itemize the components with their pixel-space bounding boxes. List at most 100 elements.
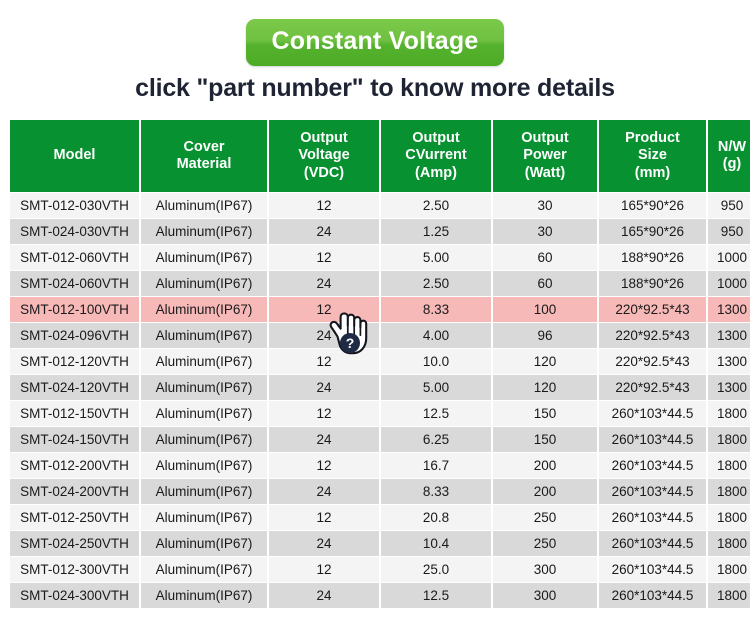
- net-weight-cell: 1300: [708, 375, 750, 400]
- cover-material-cell: Aluminum(IP67): [141, 401, 267, 426]
- output-current-cell: 16.7: [381, 453, 491, 478]
- output-voltage-cell: 24: [269, 271, 379, 296]
- net-weight-cell: 1000: [708, 245, 750, 270]
- table-header-line: Output: [412, 130, 460, 147]
- table-row[interactable]: SMT-012-100VTH Aluminum(IP67) 12 8.33 100 220…: [10, 297, 750, 322]
- output-current-cell: 5.00: [381, 375, 491, 400]
- table-row[interactable]: SMT-024-060VTH Aluminum(IP67) 24 2.50 60 188*…: [10, 271, 750, 296]
- table-row[interactable]: SMT-012-030VTH Aluminum(IP67) 12 2.50 30 165*…: [10, 193, 750, 218]
- model-cell[interactable]: SMT-012-120VTH: [10, 349, 139, 374]
- spec-table-container: Model Cover Material Output Voltage (VDC) Outp…: [0, 119, 750, 609]
- product-size-cell: 260*103*44.5: [599, 427, 706, 452]
- product-size-cell: 260*103*44.5: [599, 583, 706, 608]
- product-size-cell: 188*90*26: [599, 245, 706, 270]
- output-voltage-cell: 24: [269, 479, 379, 504]
- page-subtitle: click "part number" to know more details: [135, 74, 615, 102]
- net-weight-cell: 1800: [708, 583, 750, 608]
- model-cell[interactable]: SMT-024-120VTH: [10, 375, 139, 400]
- net-weight-cell: 1800: [708, 557, 750, 582]
- table-row[interactable]: SMT-024-150VTH Aluminum(IP67) 24 6.25 150 260…: [10, 427, 750, 452]
- product-size-cell: 220*92.5*43: [599, 349, 706, 374]
- output-voltage-cell: 12: [269, 557, 379, 582]
- model-cell[interactable]: SMT-024-300VTH: [10, 583, 139, 608]
- model-cell[interactable]: SMT-024-150VTH: [10, 427, 139, 452]
- cover-material-cell: Aluminum(IP67): [141, 505, 267, 530]
- table-header-line: (g): [722, 156, 742, 172]
- model-cell[interactable]: SMT-012-250VTH: [10, 505, 139, 530]
- output-power-cell: 200: [493, 479, 597, 504]
- table-row[interactable]: SMT-024-120VTH Aluminum(IP67) 24 5.00 120 220…: [10, 375, 750, 400]
- output-power-cell: 150: [493, 427, 597, 452]
- output-current-cell: 8.33: [381, 297, 491, 322]
- output-power-cell: 250: [493, 505, 597, 530]
- product-size-cell: 220*92.5*43: [599, 375, 706, 400]
- net-weight-cell: 1000: [708, 271, 750, 296]
- product-size-cell: 188*90*26: [599, 271, 706, 296]
- table-header-row: Model Cover Material Output Voltage (VDC) Outp…: [10, 120, 750, 192]
- table-header-cell-6: N/W (g): [708, 120, 750, 192]
- table-row[interactable]: SMT-012-150VTH Aluminum(IP67) 12 12.5 150 260…: [10, 401, 750, 426]
- net-weight-cell: 1800: [708, 505, 750, 530]
- output-voltage-cell: 24: [269, 427, 379, 452]
- model-cell[interactable]: SMT-024-060VTH: [10, 271, 139, 296]
- output-voltage-cell: 24: [269, 531, 379, 556]
- table-header-line: Cover: [183, 138, 225, 155]
- output-voltage-cell: 12: [269, 401, 379, 426]
- model-cell[interactable]: SMT-012-200VTH: [10, 453, 139, 478]
- model-cell[interactable]: SMT-024-030VTH: [10, 219, 139, 244]
- cover-material-cell: Aluminum(IP67): [141, 427, 267, 452]
- cover-material-cell: Aluminum(IP67): [141, 245, 267, 270]
- table-row[interactable]: SMT-012-120VTH Aluminum(IP67) 12 10.0 120 220…: [10, 349, 750, 374]
- net-weight-cell: 1300: [708, 297, 750, 322]
- output-power-cell: 30: [493, 219, 597, 244]
- net-weight-cell: 950: [708, 193, 750, 218]
- cover-material-cell: Aluminum(IP67): [141, 219, 267, 244]
- cover-material-cell: Aluminum(IP67): [141, 531, 267, 556]
- table-header-line: Product: [625, 130, 680, 147]
- table-row[interactable]: SMT-024-096VTH Aluminum(IP67) 24 4.00 96 220*…: [10, 323, 750, 348]
- table-header-line: N/W: [717, 138, 747, 155]
- output-power-cell: 60: [493, 271, 597, 296]
- net-weight-cell: 1300: [708, 349, 750, 374]
- table-row[interactable]: SMT-012-200VTH Aluminum(IP67) 12 16.7 200 260…: [10, 453, 750, 478]
- table-header-cell-2: Output Voltage (VDC): [269, 120, 379, 192]
- model-cell[interactable]: SMT-012-030VTH: [10, 193, 139, 218]
- net-weight-cell: 950: [708, 219, 750, 244]
- table-row[interactable]: SMT-024-200VTH Aluminum(IP67) 24 8.33 200 260…: [10, 479, 750, 504]
- table-row[interactable]: SMT-024-030VTH Aluminum(IP67) 24 1.25 30 165*…: [10, 219, 750, 244]
- table-header-line: Output: [300, 130, 348, 147]
- model-cell[interactable]: SMT-012-150VTH: [10, 401, 139, 426]
- output-current-cell: 20.8: [381, 505, 491, 530]
- table-header-cell-5: Product Size (mm): [599, 120, 706, 192]
- table-header-line: Material: [176, 156, 232, 172]
- table-row[interactable]: SMT-024-300VTH Aluminum(IP67) 24 12.5 300 260…: [10, 583, 750, 608]
- table-row[interactable]: SMT-012-300VTH Aluminum(IP67) 12 25.0 300 260…: [10, 557, 750, 582]
- table-header-line: (VDC): [303, 164, 345, 181]
- cover-material-cell: Aluminum(IP67): [141, 349, 267, 374]
- cover-material-cell: Aluminum(IP67): [141, 583, 267, 608]
- output-power-cell: 120: [493, 349, 597, 374]
- model-cell[interactable]: SMT-012-300VTH: [10, 557, 139, 582]
- table-row[interactable]: SMT-012-060VTH Aluminum(IP67) 12 5.00 60 188*…: [10, 245, 750, 270]
- output-voltage-cell: 24: [269, 219, 379, 244]
- model-cell[interactable]: SMT-012-060VTH: [10, 245, 139, 270]
- output-voltage-cell: 12: [269, 297, 379, 322]
- output-current-cell: 2.50: [381, 193, 491, 218]
- model-cell[interactable]: SMT-024-200VTH: [10, 479, 139, 504]
- product-size-cell: 220*92.5*43: [599, 323, 706, 348]
- product-size-cell: 260*103*44.5: [599, 557, 706, 582]
- output-current-cell: 10.4: [381, 531, 491, 556]
- model-cell[interactable]: SMT-024-096VTH: [10, 323, 139, 348]
- cover-material-cell: Aluminum(IP67): [141, 453, 267, 478]
- model-cell[interactable]: SMT-024-250VTH: [10, 531, 139, 556]
- model-cell[interactable]: SMT-012-100VTH: [10, 297, 139, 322]
- product-size-cell: 220*92.5*43: [599, 297, 706, 322]
- table-header-line: Voltage: [298, 147, 350, 164]
- table-row[interactable]: SMT-024-250VTH Aluminum(IP67) 24 10.4 250 260…: [10, 531, 750, 556]
- specification-table: Model Cover Material Output Voltage (VDC) Outp…: [8, 119, 750, 609]
- table-row[interactable]: SMT-012-250VTH Aluminum(IP67) 12 20.8 250 260…: [10, 505, 750, 530]
- output-current-cell: 12.5: [381, 583, 491, 608]
- output-power-cell: 150: [493, 401, 597, 426]
- table-header-cell-0: Model: [10, 120, 139, 192]
- banner-container: Constant Voltage: [0, 0, 750, 72]
